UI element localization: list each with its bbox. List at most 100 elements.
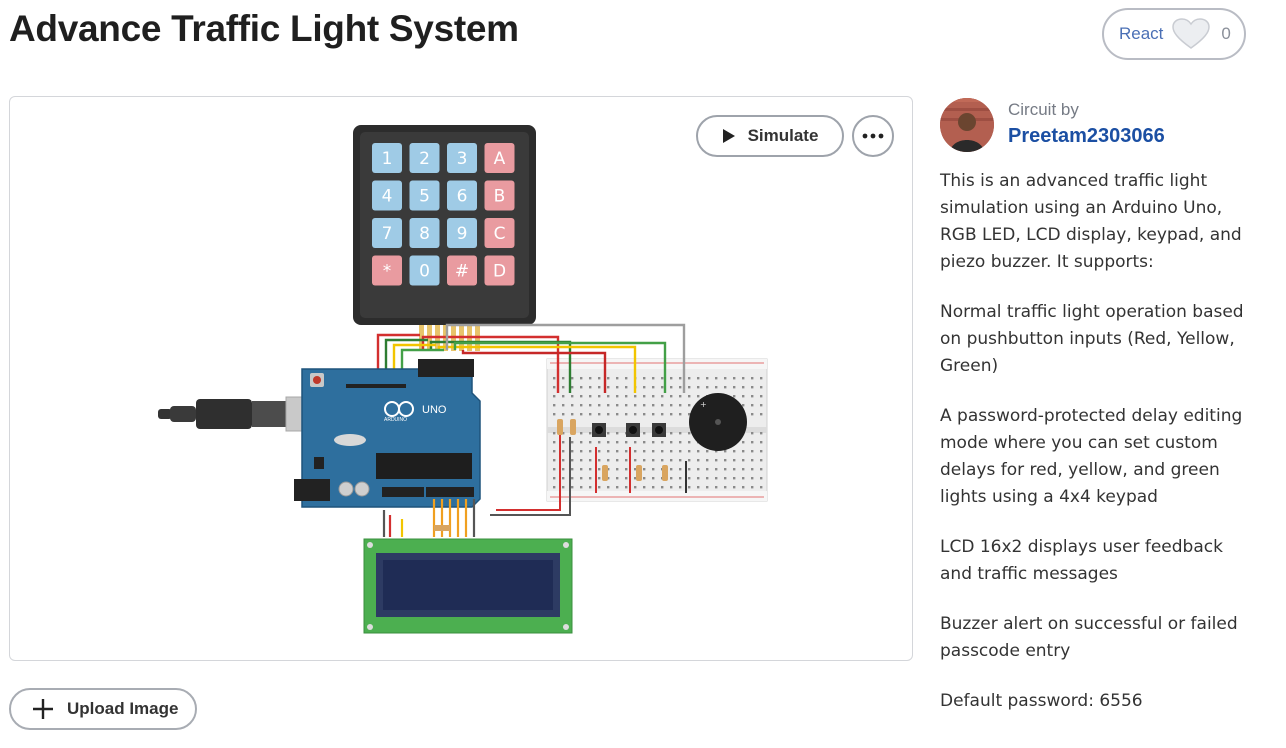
react-button[interactable]: React 0	[1102, 8, 1246, 60]
breadboard-hole	[553, 441, 556, 444]
breadboard-hole	[670, 377, 673, 380]
breadboard-hole	[562, 413, 565, 416]
breadboard-hole	[625, 477, 628, 480]
breadboard-hole	[580, 486, 583, 489]
breadboard-hole	[742, 459, 745, 462]
breadboard-hole	[634, 459, 637, 462]
breadboard-hole	[625, 486, 628, 489]
keypad-key-label: 5	[419, 187, 430, 207]
breadboard-hole	[652, 441, 655, 444]
breadboard-hole	[661, 486, 664, 489]
breadboard-hole	[670, 386, 673, 389]
breadboard-hole	[625, 468, 628, 471]
react-label: React	[1119, 24, 1164, 43]
breadboard-hole	[589, 413, 592, 416]
breadboard-hole	[742, 386, 745, 389]
description-paragraph: Normal traffic light operation based on …	[940, 302, 1244, 376]
breadboard-hole	[733, 377, 736, 380]
breadboard-hole	[634, 413, 637, 416]
circuit-canvas[interactable]: 1 2 3 A 4 5 6 B 7 8 9 C * 0 # D UNO ARDU…	[9, 96, 913, 661]
breadboard-hole	[625, 441, 628, 444]
breadboard-hole	[688, 486, 691, 489]
breadboard-hole	[607, 459, 610, 462]
breadboard-hole	[652, 377, 655, 380]
keypad-key-label: 2	[419, 149, 430, 169]
breadboard-hole	[697, 377, 700, 380]
breadboard-hole	[607, 395, 610, 398]
breadboard-hole	[679, 395, 682, 398]
breadboard-hole	[724, 459, 727, 462]
breadboard-hole	[643, 413, 646, 416]
breadboard-hole	[688, 441, 691, 444]
breadboard-hole	[589, 377, 592, 380]
keypad-key-label: C	[494, 224, 506, 244]
breadboard-hole	[625, 459, 628, 462]
simulate-label: Simulate	[747, 126, 819, 145]
breadboard-hole	[670, 477, 673, 480]
keypad-key-label: 1	[382, 149, 393, 169]
breadboard-hole	[589, 404, 592, 407]
author-name-link[interactable]: Preetam2303066	[1008, 125, 1165, 148]
breadboard-hole	[553, 468, 556, 471]
breadboard-hole	[589, 459, 592, 462]
breadboard-hole	[679, 441, 682, 444]
plus-icon	[33, 699, 53, 719]
breadboard-hole	[598, 386, 601, 389]
breadboard-hole	[724, 377, 727, 380]
breadboard-hole	[733, 395, 736, 398]
breadboard-hole	[562, 404, 565, 407]
breadboard-hole	[571, 377, 574, 380]
description-paragraph: LCD 16x2 displays user feedback and traf…	[940, 537, 1223, 584]
keypad: 1 2 3 A 4 5 6 B 7 8 9 C * 0 # D	[353, 125, 536, 351]
breadboard-hole	[760, 386, 763, 389]
breadboard-hole	[679, 432, 682, 435]
breadboard-hole	[634, 441, 637, 444]
breadboard-hole	[571, 486, 574, 489]
breadboard-hole	[688, 468, 691, 471]
simulate-button[interactable]: Simulate	[696, 115, 844, 157]
breadboard-hole	[679, 486, 682, 489]
breadboard-hole	[715, 468, 718, 471]
breadboard-hole	[724, 486, 727, 489]
breadboard-hole	[616, 441, 619, 444]
circuit-by-label: Circuit by	[1008, 100, 1079, 119]
breadboard-hole	[742, 486, 745, 489]
breadboard-hole	[634, 486, 637, 489]
breadboard-hole	[598, 441, 601, 444]
breadboard-hole	[616, 459, 619, 462]
usb-cable	[158, 396, 327, 432]
breadboard-hole	[670, 432, 673, 435]
breadboard-hole	[652, 386, 655, 389]
breadboard-hole	[751, 377, 754, 380]
breadboard-hole	[589, 468, 592, 471]
breadboard-hole	[751, 432, 754, 435]
breadboard-hole	[751, 441, 754, 444]
breadboard-hole	[616, 404, 619, 407]
breadboard-hole	[688, 395, 691, 398]
breadboard-hole	[661, 395, 664, 398]
breadboard-hole	[697, 468, 700, 471]
breadboard-hole	[607, 413, 610, 416]
breadboard-hole	[670, 468, 673, 471]
breadboard-hole	[670, 441, 673, 444]
keypad-key-label: #	[455, 262, 469, 282]
breadboard-hole	[616, 386, 619, 389]
breadboard-hole	[724, 468, 727, 471]
more-options-button[interactable]	[852, 115, 894, 157]
breadboard-hole	[580, 386, 583, 389]
breadboard-hole	[679, 468, 682, 471]
breadboard-hole	[661, 450, 664, 453]
upload-image-button[interactable]: Upload Image	[9, 688, 197, 730]
breadboard-hole	[571, 386, 574, 389]
description-paragraph: Default password: 6556	[940, 691, 1143, 711]
breadboard-hole	[652, 459, 655, 462]
breadboard-hole	[652, 450, 655, 453]
breadboard-hole	[562, 441, 565, 444]
author-block: Circuit by Preetam2303066	[940, 98, 1260, 154]
avatar[interactable]	[940, 98, 994, 152]
arduino-label: UNO	[422, 404, 447, 416]
more-icon	[862, 133, 884, 139]
breadboard-hole	[598, 477, 601, 480]
breadboard-hole	[733, 386, 736, 389]
breadboard-hole	[688, 386, 691, 389]
